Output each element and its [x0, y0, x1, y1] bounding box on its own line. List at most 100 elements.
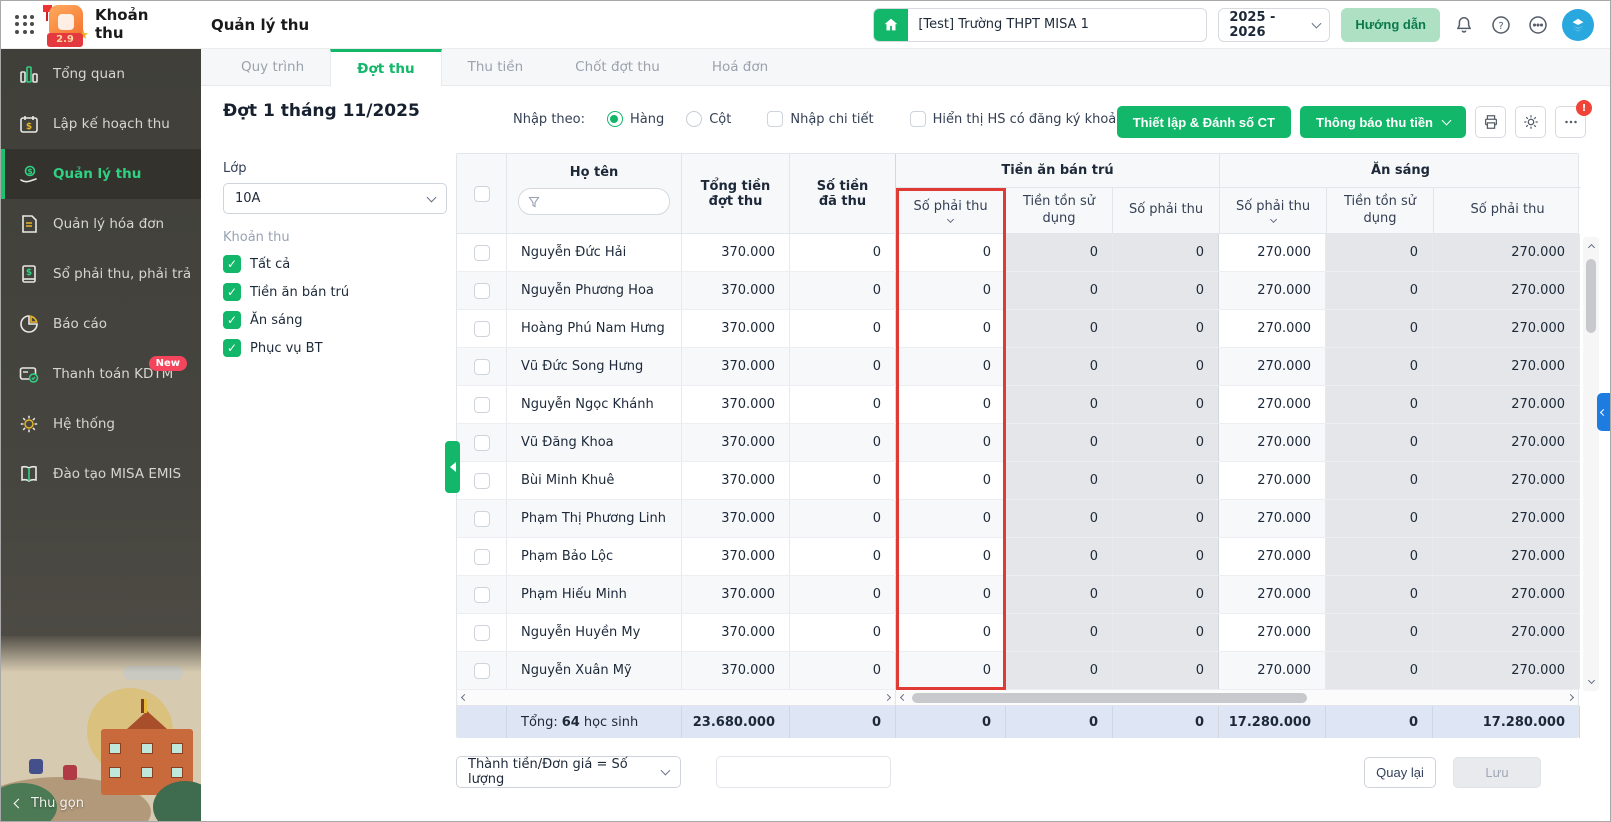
- app-logo[interactable]: ★ 2.9: [43, 3, 87, 47]
- row-checkbox[interactable]: [474, 549, 490, 565]
- tab-0[interactable]: Quy trình: [215, 49, 330, 85]
- collapse-filter-handle[interactable]: [445, 441, 460, 493]
- back-button[interactable]: Quay lại: [1364, 757, 1436, 788]
- more-options-icon[interactable]: [1525, 12, 1551, 38]
- sidebar-item-dao-tao-misa-emis[interactable]: Đào tạo MISA EMIS: [1, 449, 201, 499]
- scroll-left-icon[interactable]: [900, 694, 907, 701]
- pinned-scrollbar[interactable]: [457, 690, 896, 705]
- fee-checkbox-item[interactable]: ✓Tiền ăn bán trú: [223, 283, 447, 301]
- subcol-so-phai-thu[interactable]: Số phải thu: [896, 188, 1006, 233]
- row-checkbox[interactable]: [474, 587, 490, 603]
- more-actions-button[interactable]: !: [1555, 106, 1586, 138]
- name-filter-input[interactable]: [518, 188, 670, 215]
- row-checkbox[interactable]: [474, 473, 490, 489]
- scroll-right-icon[interactable]: [884, 694, 891, 701]
- scroll-down-icon[interactable]: [1589, 673, 1594, 691]
- sidebar-item-thanh-toan-kdtm[interactable]: Thanh toán KDTMNew: [1, 349, 201, 399]
- row-checkbox[interactable]: [474, 435, 490, 451]
- fee-cell[interactable]: 270.000: [1219, 386, 1326, 423]
- checkbox-detail-entry[interactable]: Nhập chi tiết: [767, 111, 873, 127]
- fee-cell[interactable]: 0: [896, 614, 1006, 651]
- fee-cell[interactable]: 270.000: [1219, 272, 1326, 309]
- table-vertical-scrollbar[interactable]: [1583, 237, 1599, 691]
- sidebar-item-tong-quan[interactable]: Tổng quan: [1, 49, 201, 99]
- row-checkbox[interactable]: [474, 663, 490, 679]
- sidebar-item-so-phai-thu-phai-tra[interactable]: $Sổ phải thu, phải trả: [1, 249, 201, 299]
- sidebar-item-quan-ly-hoa-don[interactable]: Quản lý hóa đơn: [1, 199, 201, 249]
- scrollbar-thumb[interactable]: [1586, 259, 1596, 333]
- fee-checkbox-item[interactable]: ✓Tất cả: [223, 255, 447, 273]
- tab-3[interactable]: Chốt đợt thu: [549, 49, 686, 85]
- row-checkbox[interactable]: [474, 245, 490, 261]
- fee-cell[interactable]: 0: [896, 272, 1006, 309]
- fee-cell[interactable]: 270.000: [1219, 462, 1326, 499]
- settings-button[interactable]: [1515, 106, 1546, 138]
- select-all-checkbox[interactable]: [474, 186, 490, 202]
- notify-payment-button[interactable]: Thông báo thu tiền: [1300, 106, 1466, 138]
- formula-select[interactable]: Thành tiền/Đơn giá = Số lượng: [456, 756, 681, 788]
- radio-columns[interactable]: Cột: [686, 111, 731, 127]
- fee-cell[interactable]: 0: [896, 462, 1006, 499]
- fee-cell[interactable]: 0: [896, 538, 1006, 575]
- row-checkbox[interactable]: [474, 397, 490, 413]
- fee-cell[interactable]: 270.000: [1219, 500, 1326, 537]
- fee-cell[interactable]: 270.000: [1219, 614, 1326, 651]
- row-checkbox[interactable]: [474, 321, 490, 337]
- fee-cell[interactable]: 270.000: [1219, 348, 1326, 385]
- user-avatar[interactable]: [1562, 9, 1594, 41]
- total-amount-cell: 370.000: [682, 386, 790, 423]
- quick-fill-input[interactable]: [716, 756, 891, 788]
- fee-cell[interactable]: 270.000: [1219, 576, 1326, 613]
- scroll-up-icon[interactable]: [1589, 237, 1594, 255]
- expand-panel-tab[interactable]: [1597, 393, 1610, 431]
- row-checkbox[interactable]: [474, 359, 490, 375]
- sidebar-item-he-thong[interactable]: Hệ thống: [1, 399, 201, 449]
- guide-button[interactable]: Hướng dẫn: [1341, 8, 1440, 42]
- radio-rows[interactable]: Hàng: [607, 111, 664, 127]
- setup-number-button[interactable]: Thiết lập & Đánh số CT: [1117, 106, 1291, 138]
- row-checkbox[interactable]: [474, 511, 490, 527]
- table-scrollbar[interactable]: [896, 690, 1578, 705]
- checkbox-show-registered[interactable]: Hiển thị HS có đăng ký khoản thu: [910, 111, 1151, 127]
- subcol-so-phai-thu[interactable]: Số phải thu: [1220, 188, 1327, 233]
- fee-cell[interactable]: 0: [896, 424, 1006, 461]
- scroll-left-icon[interactable]: [461, 694, 468, 701]
- sidebar-collapse-button[interactable]: Thu gọn: [15, 796, 84, 811]
- row-checkbox[interactable]: [474, 283, 490, 299]
- sidebar-item-bao-cao[interactable]: Báo cáo: [1, 299, 201, 349]
- fee-cell: 0: [1006, 538, 1113, 575]
- fee-checkbox-item[interactable]: ✓Phục vụ BT: [223, 339, 447, 357]
- fee-cell[interactable]: 0: [896, 500, 1006, 537]
- help-icon[interactable]: ?: [1488, 12, 1514, 38]
- fee-cell: 0: [1326, 234, 1433, 271]
- fee-cell[interactable]: 0: [896, 348, 1006, 385]
- tab-4[interactable]: Hoá đơn: [686, 49, 794, 85]
- fee-cell[interactable]: 270.000: [1219, 538, 1326, 575]
- sidebar-item-quan-ly-thu[interactable]: $Quản lý thu: [1, 149, 201, 199]
- fee-cell[interactable]: 0: [896, 652, 1006, 689]
- tab-1[interactable]: Đợt thu: [330, 49, 441, 86]
- fee-cell[interactable]: 0: [896, 576, 1006, 613]
- totals-paid: 0: [790, 706, 896, 738]
- school-year-select[interactable]: 2025 - 2026: [1218, 8, 1330, 42]
- row-checkbox[interactable]: [474, 625, 490, 641]
- scroll-right-icon[interactable]: [1567, 694, 1574, 701]
- fee-cell[interactable]: 270.000: [1219, 310, 1326, 347]
- scrollbar-thumb[interactable]: [912, 693, 1307, 703]
- fee-cell[interactable]: 270.000: [1219, 652, 1326, 689]
- save-button[interactable]: Lưu: [1453, 757, 1541, 788]
- fee-cell[interactable]: 0: [896, 386, 1006, 423]
- school-selector[interactable]: [Test] Trường THPT MISA 1: [873, 8, 1207, 42]
- class-select[interactable]: 10A: [223, 183, 447, 214]
- fee-cell[interactable]: 0: [896, 234, 1006, 271]
- app-grid-icon[interactable]: [15, 15, 35, 35]
- sidebar-item-lap-ke-hoach-thu[interactable]: $Lập kế hoạch thu: [1, 99, 201, 149]
- notifications-bell-icon[interactable]: [1451, 12, 1477, 38]
- subcol-so-phai-thu-2: Số phải thu: [1113, 188, 1219, 233]
- tab-2[interactable]: Thu tiền: [442, 49, 550, 85]
- fee-checkbox-item[interactable]: ✓Ăn sáng: [223, 311, 447, 329]
- fee-cell[interactable]: 0: [896, 310, 1006, 347]
- print-button[interactable]: [1475, 106, 1506, 138]
- fee-cell[interactable]: 270.000: [1219, 424, 1326, 461]
- fee-cell[interactable]: 270.000: [1219, 234, 1326, 271]
